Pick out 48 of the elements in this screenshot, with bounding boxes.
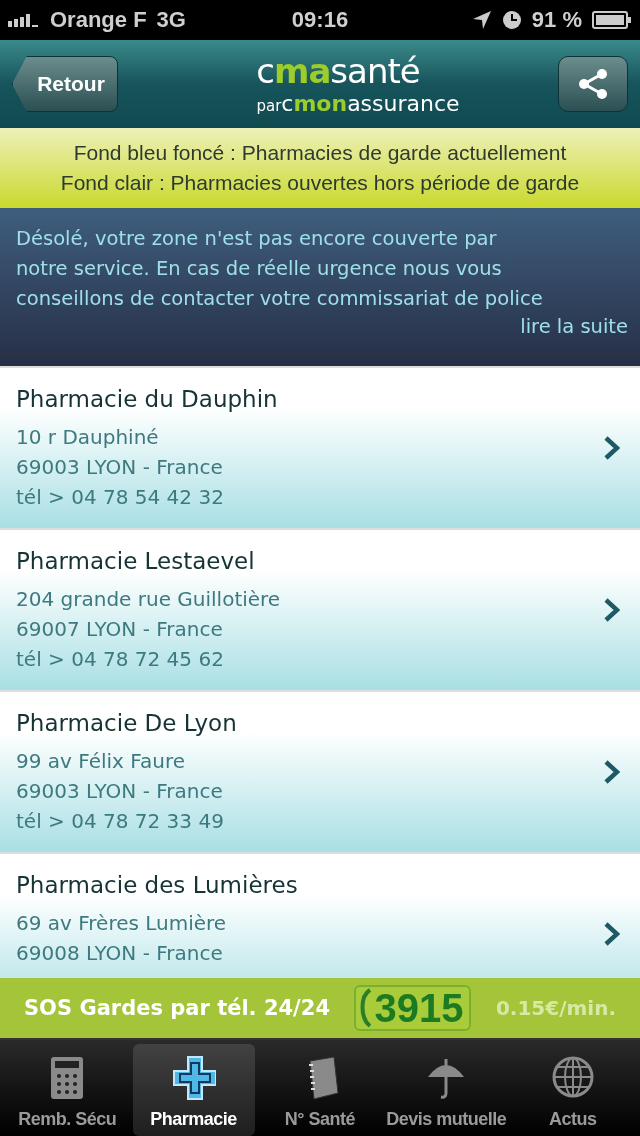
pharmacy-name: Pharmacie du Dauphin <box>16 385 278 414</box>
tab-button[interactable]: Remb. Sécu <box>6 1044 129 1136</box>
chevron-right-icon <box>604 598 620 622</box>
pharmacy-row[interactable]: Pharmacie De Lyon 99 av Félix Faure 69003 LYON - France tél > 04 78 72 33 49 <box>0 692 640 852</box>
clock-icon <box>501 10 522 30</box>
signal-icon <box>8 13 40 27</box>
pharmacy-name: Pharmacie De Lyon <box>16 709 237 738</box>
legend-text: Fond clair : Pharmacies ouvertes hors période de garde <box>60 170 580 196</box>
pharmacy-detail: 69008 LYON - France <box>16 940 224 967</box>
share-icon <box>576 67 610 101</box>
battery-icon <box>592 10 632 30</box>
chevron-right-icon <box>604 436 620 460</box>
tab-button[interactable]: Actus <box>511 1044 634 1136</box>
pharmacy-detail: 10 r Dauphiné <box>16 424 160 451</box>
pharmacy-name: Pharmacie Lestaevel <box>16 547 256 576</box>
read-more-link[interactable]: lire la suite <box>520 314 628 340</box>
pharmacy-row[interactable]: Pharmacie du Dauphin 10 r Dauphiné 69003 LYON - France tél > 04 78 54 42 32 <box>0 368 640 528</box>
pharmacy-row[interactable]: Pharmacie Lestaevel 204 grande rue Guillotière 69007 LYON - France tél > 04 78 72 45 62 <box>0 530 640 690</box>
chevron-right-icon <box>604 922 620 946</box>
sos-label: SOS Gardes par tél. 24/24 <box>24 996 331 1020</box>
tab-button[interactable]: N° Santé <box>258 1044 381 1136</box>
pharmacy-detail: tél > 04 78 72 33 49 <box>16 808 225 835</box>
pharmacy-row[interactable]: Pharmacie des Lumières 69 av Frères Lumière 69008 LYON - France <box>0 854 640 978</box>
network-type: 3G <box>156 7 186 33</box>
pharmacy-detail: 204 grande rue Guillotière <box>16 586 281 613</box>
back-button[interactable]: Retour <box>12 56 118 112</box>
location-arrow-icon <box>471 10 492 30</box>
pharmacy-detail: 69003 LYON - France <box>16 454 224 481</box>
call-price: 0.15€/min. <box>495 996 616 1020</box>
share-button[interactable] <box>558 56 628 112</box>
status-time: 09:16 <box>291 7 349 33</box>
cross-icon <box>171 1055 216 1101</box>
pharmacy-detail: 99 av Félix Faure <box>16 748 186 775</box>
pharmacy-detail: tél > 04 78 54 42 32 <box>16 484 225 511</box>
pharmacy-detail: 69007 LYON - France <box>16 616 224 643</box>
legend-text: Fond bleu foncé : Pharmacies de garde actuellement <box>73 140 567 166</box>
logo-subtitle: parcmonassurance <box>256 92 460 118</box>
app-logo: cmasanté <box>256 50 420 92</box>
battery-percent: 91 % <box>531 7 582 33</box>
chevron-right-icon <box>604 760 620 784</box>
tab-button[interactable]: Devis mutuelle <box>385 1044 508 1136</box>
phone-number-badge: 3915 <box>354 985 472 1031</box>
pharmacy-detail: tél > 04 78 72 45 62 <box>16 646 225 673</box>
pharmacy-detail: 69 av Frères Lumière <box>16 910 228 937</box>
carrier-name: Orange F <box>50 7 147 33</box>
pharmacy-name: Pharmacie des Lumières <box>16 871 298 900</box>
pharmacy-detail: 69003 LYON - France <box>16 778 224 805</box>
tab-button[interactable]: Pharmacie <box>132 1044 255 1136</box>
